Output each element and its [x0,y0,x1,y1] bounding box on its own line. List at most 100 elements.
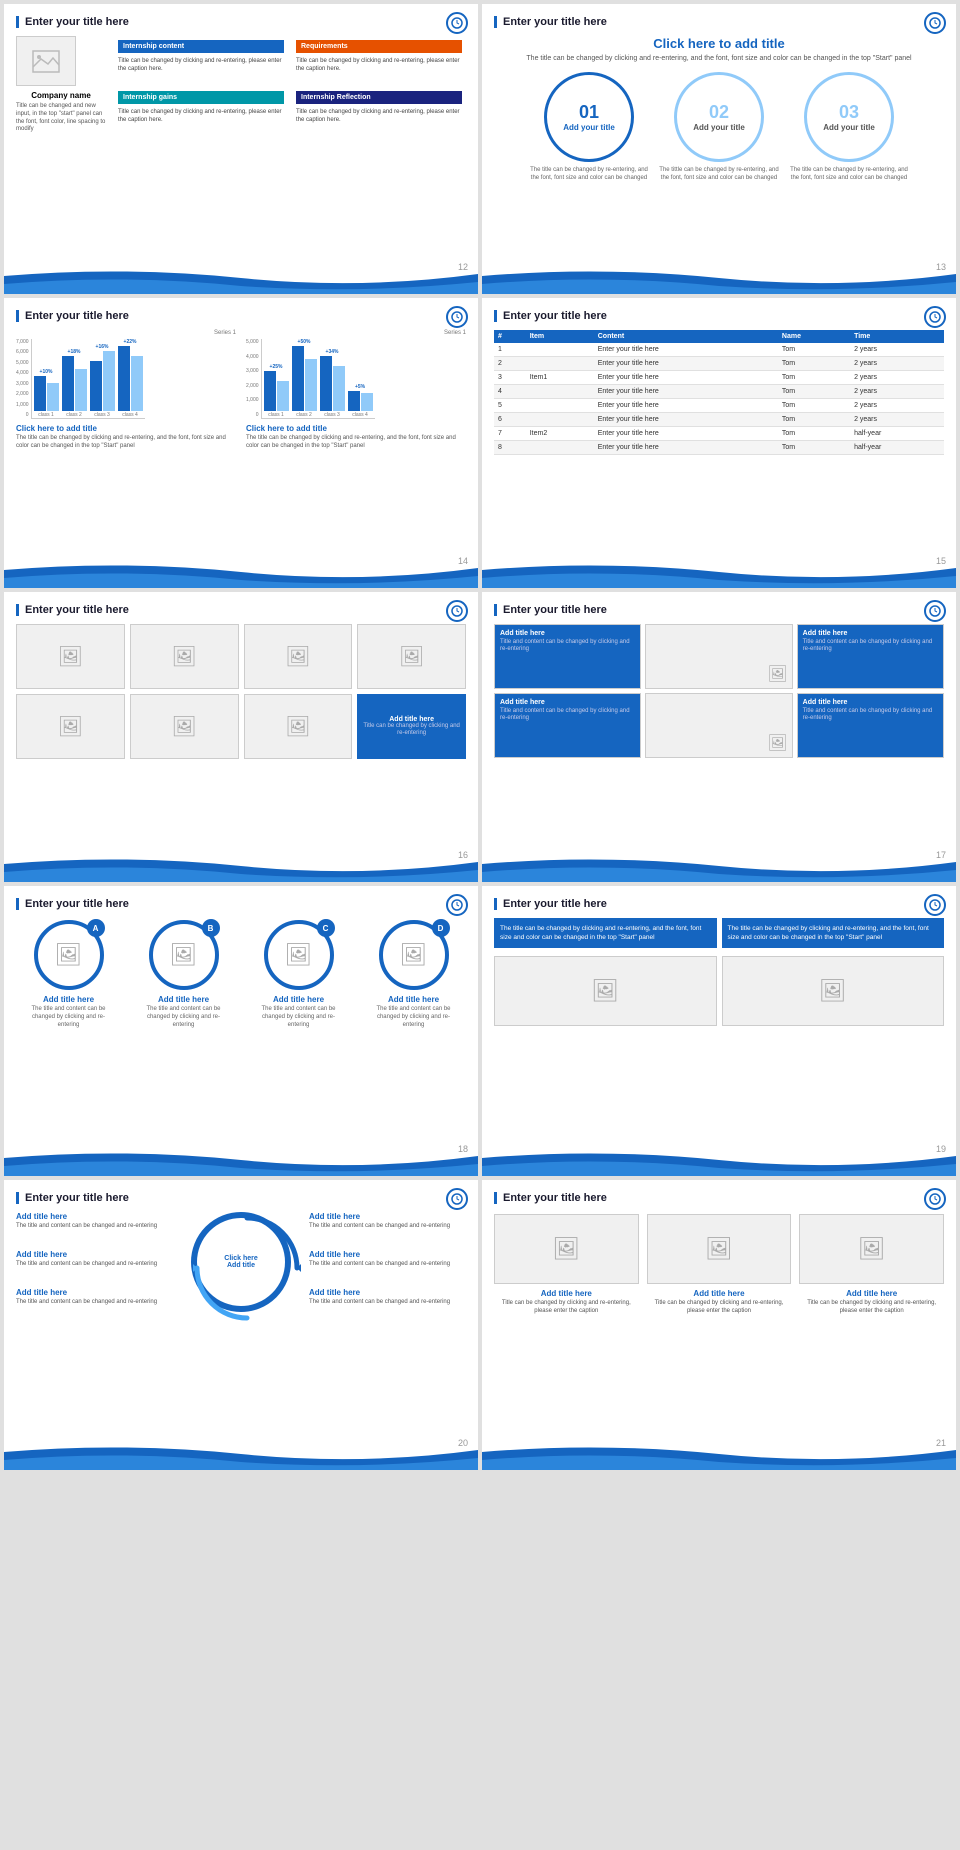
cell-text-17-1: Title and content can be changed by clic… [500,639,635,653]
wave-13 [482,266,956,294]
slide-num-15: 15 [936,556,946,566]
circles-row-18: A 🖼 Add title here The title and content… [16,920,466,1029]
table-row: 6Enter your title hereTom2 years [494,413,944,427]
chart2-desc: The title can be changed by clicking and… [246,435,466,451]
circ-letter-A: A [87,919,105,937]
card-text-21-3: Title can be changed by clicking and re-… [799,1300,944,1316]
chart1-desc: The title can be changed by clicking and… [16,435,236,451]
circ-letter-D: D [432,919,450,937]
circ-wrap-A: A 🖼 [34,920,104,990]
table-cell: Enter your title here [594,427,778,441]
circle-item-2: 02 Add your title The tittle can be chan… [659,72,779,183]
slide-14-title: Enter your title here [16,310,466,322]
image-icon-7: 🖼 [285,714,310,739]
wave-16 [4,854,478,882]
circle-outer-1: 01 Add your title [544,72,634,162]
cell-17-1: Add title here Title and content can be … [494,624,641,689]
cell-17-4: Add title here Title and content can be … [494,693,641,758]
wave-15 [482,560,956,588]
table-cell: Tom [778,357,850,371]
slide-num-13: 13 [936,262,946,272]
th-item: Item [526,330,594,343]
circ-text-C: The title and content can be changed by … [254,1006,344,1029]
left-items-20: Add title here The title and content can… [16,1212,173,1312]
box-gains: Internship gains Title can be changed by… [114,87,288,134]
chart2-ylabels: 5,0004,0003,0002,0001,0000 [246,339,259,419]
table-cell: 2 years [850,413,944,427]
table-cell: Tom [778,385,850,399]
table-cell: Enter your title here [594,385,778,399]
slide-num-17: 17 [936,850,946,860]
slide-num-21: 21 [936,1438,946,1448]
right-items-20: Add title here The title and content can… [309,1212,466,1312]
table-cell: Tom [778,427,850,441]
text-box-19-2: The title can be changed by clicking and… [722,918,945,948]
table-row: 7Item2Enter your title hereTomhalf-year [494,427,944,441]
slide-14: Enter your title here Series 1 7,0006,00… [4,298,478,588]
card-21-3: 🖼 Add title here Title can be changed by… [799,1214,944,1316]
table-cell [526,357,594,371]
card-img-21-3: 🖼 [799,1214,944,1284]
card-img-21-2: 🖼 [647,1214,792,1284]
left-item-2: Add title here The title and content can… [16,1250,173,1269]
table-cell: 4 [494,385,526,399]
top-boxes-19: The title can be changed by clicking and… [494,918,944,948]
table-cell: 7 [494,427,526,441]
image-icon-5: 🖼 [58,714,83,739]
cell-title-17-6: Add title here [803,699,848,706]
th-name: Name [778,330,850,343]
circ-title-B: Add title here [158,995,209,1004]
slide-18-icon [446,894,468,916]
table-cell: Item1 [526,371,594,385]
box-text-1: Title can be changed by clicking and re-… [118,57,284,74]
image-grid-16: 🖼 🖼 🖼 🖼 🖼 🖼 🖼 Add title here Title can b… [16,624,466,759]
circ-text-B: The title and content can be changed by … [139,1006,229,1029]
card-text-21-2: Title can be changed by clicking and re-… [647,1300,792,1316]
slide-grid: Enter your title here Company name Title… [0,0,960,1474]
wave-18 [4,1148,478,1176]
left-item-title-2: Add title here [16,1250,173,1259]
table-cell: Tom [778,371,850,385]
table-cell: 2 years [850,371,944,385]
slide-13-sub: The title can be changed by clicking and… [494,54,944,64]
circ-title-D: Add title here [388,995,439,1004]
right-item-title-3: Add title here [309,1288,466,1297]
circle-outer-3: 03 Add your title [804,72,894,162]
company-desc: Title can be changed and new input, in t… [16,103,106,134]
right-item-1: Add title here The title and content can… [309,1212,466,1231]
cell-text-17-4: Title and content can be changed by clic… [500,708,635,722]
wave-20 [4,1442,478,1470]
slide-15-icon [924,306,946,328]
box-header-3: Internship gains [118,91,284,104]
table-cell: half-year [850,427,944,441]
table-cell: Tom [778,413,850,427]
wave-19 [482,1148,956,1176]
left-item-3: Add title here The title and content can… [16,1288,173,1307]
circle-desc-3: The title can be changed by re-entering,… [789,167,909,183]
slide-12: Enter your title here Company name Title… [4,4,478,294]
box-internship-content: Internship content Title can be changed … [114,36,288,83]
slide-16-title: Enter your title here [16,604,466,616]
circ-title-A: Add title here [43,995,94,1004]
table-cell [526,441,594,455]
circle-num-3: 03 [839,102,859,123]
image-grid-17: Add title here Title and content can be … [494,624,944,758]
slide-19: Enter your title here The title can be c… [482,886,956,1176]
circ-item-A: A 🖼 Add title here The title and content… [24,920,114,1029]
table-cell: Tom [778,399,850,413]
text-box-19-1: The title can be changed by clicking and… [494,918,717,948]
table-cell: 2 years [850,399,944,413]
card-title-21-1: Add title here [541,1289,592,1298]
img-ph-19-1: 🖼 [494,956,717,1026]
image-icon-17-5: 🖼 [767,733,787,753]
slide-13-icon [924,12,946,34]
cycle-layout-20: Add title here The title and content can… [16,1212,466,1312]
slide-num-18: 18 [458,1144,468,1154]
card-title-21-2: Add title here [693,1289,744,1298]
chart2-bars: +25%class 1 +50%class 2 +34%class 3 +5%c… [261,339,375,419]
circle-title-3: Add your title [823,123,875,132]
slide-num-14: 14 [458,556,468,566]
img-box-4: 🖼 [357,624,466,689]
box-text-3: Title can be changed by clicking and re-… [118,108,284,125]
wave-14 [4,560,478,588]
